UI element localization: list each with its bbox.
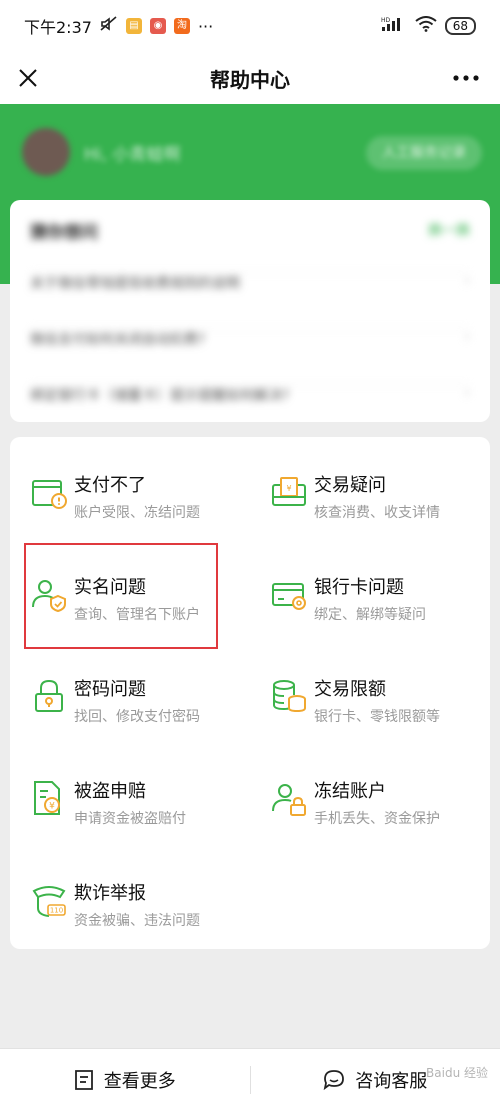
svg-text:¥: ¥ bbox=[286, 484, 291, 493]
category-title: 被盗申赔 bbox=[74, 781, 146, 802]
more-button[interactable] bbox=[450, 64, 482, 92]
battery-icon: 68 bbox=[444, 17, 476, 35]
app-notification-icon: ▤ bbox=[125, 18, 142, 34]
bottom-bar: 查看更多 咨询客服 bbox=[0, 1048, 500, 1111]
wallet-alert-icon bbox=[32, 480, 67, 509]
taobao-notification-icon: 淘 bbox=[173, 18, 190, 34]
category-subtitle: 绑定、解绑等疑问 bbox=[314, 607, 426, 623]
category-transaction-limit[interactable]: 交易限额 银行卡、零钱限额等 bbox=[256, 649, 476, 739]
wifi-icon bbox=[415, 16, 437, 36]
category-title: 银行卡问题 bbox=[314, 577, 404, 598]
more-dots-icon bbox=[453, 75, 479, 81]
category-fraud-report[interactable]: 110 欺诈举报 资金被骗、违法问题 bbox=[16, 853, 236, 943]
greeting-text: Hi, 小青蛙啊 bbox=[84, 145, 181, 165]
category-title: 欺诈举报 bbox=[74, 883, 146, 904]
category-transaction-query[interactable]: ¥ 交易疑问 核查消费、收支详情 bbox=[256, 445, 476, 535]
customer-service-label: 咨询客服 bbox=[355, 1071, 428, 1092]
nav-bar: 帮助中心 bbox=[0, 52, 500, 104]
svg-text:110: 110 bbox=[50, 907, 63, 915]
service-record-button[interactable]: 人工服务记录 bbox=[366, 136, 482, 170]
lock-icon bbox=[35, 679, 63, 712]
signal-icon: HD bbox=[381, 16, 407, 36]
status-bar: 下午2:37 ▤ ◉ 淘 ··· HD 68 bbox=[0, 0, 500, 52]
user-lock-icon bbox=[272, 784, 306, 816]
category-grid: 支付不了 账户受限、冻结问题 ¥ 交易疑问 核查消费、收支详情 实名问题 查询、… bbox=[10, 437, 490, 949]
svg-text:HD: HD bbox=[381, 17, 391, 24]
highlight-box bbox=[24, 543, 218, 649]
category-subtitle: 资金被骗、违法问题 bbox=[74, 913, 200, 929]
page-title: 帮助中心 bbox=[210, 67, 290, 92]
faq-refresh-button[interactable]: 换一换 bbox=[428, 220, 470, 240]
avatar bbox=[22, 128, 70, 176]
mute-icon bbox=[100, 16, 118, 36]
document-claim-icon: ¥ bbox=[34, 781, 60, 815]
receipt-icon: ¥ bbox=[272, 477, 306, 506]
category-subtitle: 找回、修改支付密码 bbox=[74, 709, 200, 725]
category-title: 冻结账户 bbox=[314, 781, 386, 802]
view-more-label: 查看更多 bbox=[103, 1071, 176, 1092]
status-time: 下午2:37 bbox=[24, 18, 92, 37]
more-notifications-icon: ··· bbox=[197, 16, 214, 36]
category-bank-card[interactable]: 银行卡问题 绑定、解绑等疑问 bbox=[256, 547, 476, 637]
watermark: Baidu 经验 bbox=[426, 1066, 488, 1080]
category-subtitle: 银行卡、零钱限额等 bbox=[314, 709, 440, 725]
category-subtitle: 账户受限、冻结问题 bbox=[74, 505, 200, 521]
coins-icon bbox=[273, 680, 306, 713]
police-report-icon: 110 bbox=[32, 886, 66, 917]
chat-bubble-icon bbox=[323, 1070, 345, 1091]
category-title: 支付不了 bbox=[74, 475, 146, 496]
close-icon bbox=[19, 69, 37, 87]
bank-card-icon bbox=[272, 583, 306, 610]
category-title: 交易限额 bbox=[314, 679, 386, 700]
faq-item[interactable]: 微信支付如何关闭自动扣费? › bbox=[30, 328, 470, 349]
svg-text:¥: ¥ bbox=[49, 802, 55, 812]
category-subtitle: 申请资金被盗赔付 bbox=[74, 811, 186, 827]
category-subtitle: 核查消费、收支详情 bbox=[314, 505, 440, 521]
category-theft-claim[interactable]: ¥ 被盗申赔 申请资金被盗赔付 bbox=[16, 751, 236, 841]
category-subtitle: 手机丢失、资金保护 bbox=[314, 811, 440, 827]
view-more-button[interactable]: 查看更多 bbox=[0, 1049, 250, 1111]
category-password[interactable]: 密码问题 找回、修改支付密码 bbox=[16, 649, 236, 739]
faq-title: 猜你想问 bbox=[30, 223, 98, 243]
faq-card: 猜你想问 换一换 关于微信零钱提现收费规则的说明 › 微信支付如何关闭自动扣费? ›… bbox=[10, 200, 490, 422]
document-icon bbox=[74, 1070, 93, 1090]
category-payment-failed[interactable]: 支付不了 账户受限、冻结问题 bbox=[16, 445, 236, 535]
faq-item[interactable]: 关于微信零钱提现收费规则的说明 › bbox=[30, 272, 470, 293]
faq-item[interactable]: 绑定银行卡（储蓄卡）提示提醒如何解决? › bbox=[30, 384, 470, 405]
avatar-notification-icon: ◉ bbox=[149, 18, 166, 34]
close-button[interactable] bbox=[14, 64, 42, 92]
category-title: 交易疑问 bbox=[314, 475, 386, 496]
category-freeze-account[interactable]: 冻结账户 手机丢失、资金保护 bbox=[256, 751, 476, 841]
category-title: 密码问题 bbox=[74, 679, 146, 700]
